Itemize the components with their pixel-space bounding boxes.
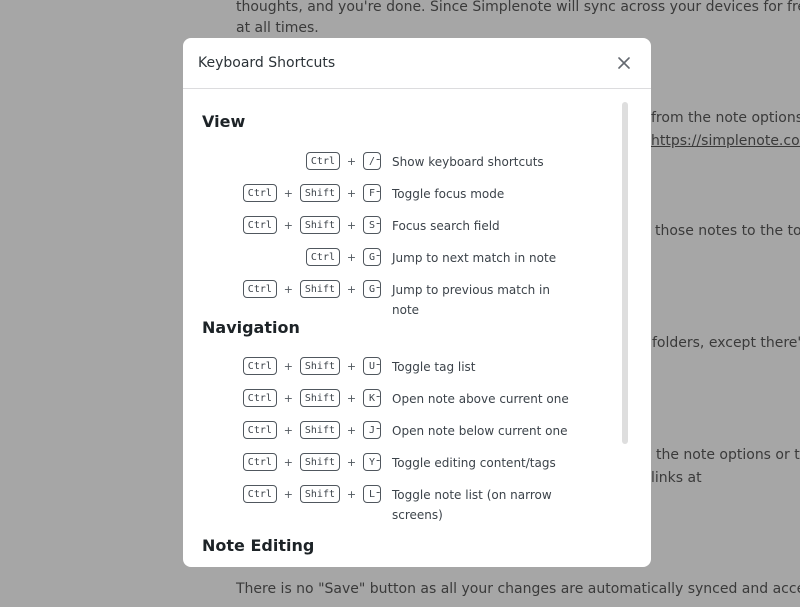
shortcut-description: Jump to previous match in note (392, 283, 550, 317)
key-ctrl: Ctrl (305, 152, 340, 170)
shortcut-keys: Ctrl + / (305, 151, 381, 171)
key-shift: Shift (299, 357, 340, 375)
dialog-scrollbar[interactable] (622, 102, 628, 444)
dash-separator: - (376, 280, 381, 294)
note-text-line: those notes to the top (655, 223, 800, 239)
dash-separator: - (376, 485, 381, 499)
shortcut-row: Ctrl + / - Show keyboard shortcuts (183, 151, 613, 173)
dash-separator: - (376, 184, 381, 198)
shortcut-row: Ctrl + Shift + J - Open note below current one (183, 420, 613, 442)
shortcut-row: Ctrl + Shift + Y - Toggle editing content/tags (183, 452, 613, 474)
key-ctrl: Ctrl (242, 485, 277, 503)
key-shift: Shift (299, 421, 340, 439)
shortcut-keys: Ctrl + Shift + F (242, 183, 381, 203)
key-shift: Shift (299, 280, 340, 298)
plus-separator: + (283, 423, 293, 437)
key-shift: Shift (299, 216, 340, 234)
dialog-body[interactable]: View Ctrl + / - Show keyboard shortcuts Ctrl + S… (183, 90, 651, 567)
plus-separator: + (283, 359, 293, 373)
shortcut-keys: Ctrl + Shift + G (242, 279, 381, 299)
shortcut-row: Ctrl + Shift + U - Toggle tag list (183, 356, 613, 378)
key-ctrl: Ctrl (242, 421, 277, 439)
shortcut-keys: Ctrl + Shift + U (242, 356, 381, 376)
key-ctrl: Ctrl (242, 389, 277, 407)
shortcut-row: Ctrl + Shift + G - Jump to previous match in n… (183, 279, 613, 317)
dash-separator: - (376, 453, 381, 467)
close-button[interactable] (613, 52, 635, 74)
plus-separator: + (346, 423, 357, 437)
plus-separator: + (346, 359, 357, 373)
plus-separator: + (283, 186, 293, 200)
note-text-line: the note options or ty (656, 447, 800, 463)
shortcut-row: Ctrl + Shift + S - Focus search field (183, 215, 613, 237)
shortcut-keys: Ctrl + Shift + J (242, 420, 381, 440)
shortcut-description: Jump to next match in note (392, 251, 557, 265)
note-text-line: folders, except there's (652, 335, 800, 351)
shortcut-row: Ctrl + G - Jump to next match in note (183, 247, 613, 269)
close-icon (618, 57, 630, 69)
dash-separator: - (376, 248, 381, 262)
shortcut-description: Toggle editing content/tags (392, 456, 556, 470)
shortcut-description: Toggle focus mode (392, 187, 505, 201)
shortcut-row: Ctrl + Shift + K - Open note above current one (183, 388, 613, 410)
plus-separator: + (283, 487, 293, 501)
key-ctrl: Ctrl (242, 184, 277, 202)
shortcut-keys: Ctrl + Shift + S (242, 215, 381, 235)
key-ctrl: Ctrl (242, 453, 277, 471)
note-text-line: thoughts, and you're done. Since Simplen… (236, 0, 800, 15)
dialog-title: Keyboard Shortcuts (198, 55, 336, 71)
key-shift: Shift (299, 453, 340, 471)
key-ctrl: Ctrl (242, 357, 277, 375)
dash-separator: - (376, 152, 381, 166)
section-title: View (202, 112, 246, 131)
note-link[interactable]: https://simplenote.com (651, 131, 800, 151)
shortcut-keys: Ctrl + G (305, 247, 381, 267)
note-text-line: from the note options (651, 110, 800, 126)
section-title: Navigation (202, 318, 300, 337)
shortcut-description: Show keyboard shortcuts (392, 155, 544, 169)
key-shift: Shift (299, 389, 340, 407)
shortcut-description: Focus search field (392, 219, 500, 233)
plus-separator: + (346, 391, 357, 405)
key-shift: Shift (299, 485, 340, 503)
note-text-line: There is no "Save" button as all your ch… (236, 581, 800, 597)
dialog-header: Keyboard Shortcuts (183, 38, 651, 89)
shortcut-description: Open note above current one (392, 392, 569, 406)
shortcut-keys: Ctrl + Shift + Y (242, 452, 381, 472)
shortcut-keys: Ctrl + Shift + K (242, 388, 381, 408)
plus-separator: + (346, 154, 357, 168)
shortcut-description: Toggle tag list (392, 360, 476, 374)
plus-separator: + (346, 250, 357, 264)
shortcut-row: Ctrl + Shift + L - Toggle note list (on narrow… (183, 484, 613, 522)
key-shift: Shift (299, 184, 340, 202)
section-title: Note Editing (202, 536, 315, 555)
plus-separator: + (283, 391, 293, 405)
keyboard-shortcuts-dialog: Keyboard Shortcuts View Ctrl + / - Show keybo… (183, 38, 651, 567)
key-ctrl: Ctrl (305, 248, 340, 266)
plus-separator: + (283, 218, 293, 232)
plus-separator: + (346, 186, 357, 200)
plus-separator: + (283, 455, 293, 469)
plus-separator: + (346, 487, 357, 501)
plus-separator: + (283, 282, 293, 296)
plus-separator: + (346, 282, 357, 296)
dash-separator: - (376, 389, 381, 403)
plus-separator: + (346, 218, 357, 232)
shortcut-row: Ctrl + Shift + F - Toggle focus mode (183, 183, 613, 205)
dash-separator: - (376, 421, 381, 435)
plus-separator: + (346, 455, 357, 469)
shortcut-description: Open note below current one (392, 424, 568, 438)
note-text-line: links at (651, 470, 702, 486)
note-text-line: at all times. (236, 20, 319, 36)
dash-separator: - (376, 216, 381, 230)
key-ctrl: Ctrl (242, 216, 277, 234)
shortcut-keys: Ctrl + Shift + L (242, 484, 381, 504)
dash-separator: - (376, 357, 381, 371)
key-ctrl: Ctrl (242, 280, 277, 298)
shortcut-description: Toggle note list (on narrow screens) (392, 488, 552, 522)
